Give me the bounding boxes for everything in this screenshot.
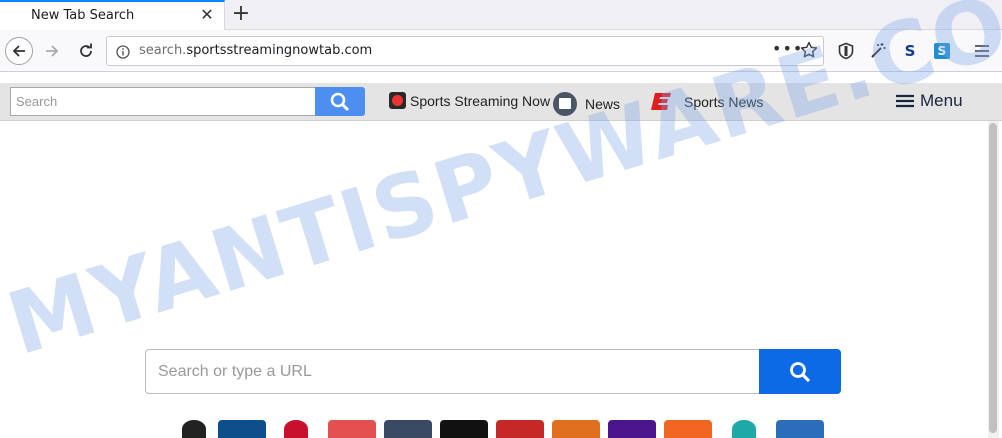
search-icon (330, 92, 350, 111)
new-tab-icon[interactable]: + (229, 2, 253, 26)
url-prefix: search. (139, 43, 187, 58)
menu-label: Menu (920, 91, 963, 110)
url-text[interactable]: search.sportsstreamingnowtab.com (139, 43, 372, 58)
tile-1[interactable] (182, 420, 206, 438)
tab-bar: New Tab Search ✕ + (0, 0, 1002, 31)
search-icon (790, 361, 811, 382)
hamburger-icon (896, 94, 914, 108)
tile-3[interactable] (284, 420, 308, 438)
star-icon[interactable] (800, 41, 818, 63)
top-search-input[interactable]: Search (10, 87, 316, 116)
forward-button[interactable] (38, 37, 66, 65)
tile-10[interactable] (664, 420, 712, 438)
tile-9[interactable] (608, 420, 656, 438)
back-button[interactable] (5, 37, 33, 65)
close-tab-icon[interactable]: ✕ (199, 7, 215, 23)
tile-4[interactable] (328, 420, 376, 438)
scrollbar-thumb[interactable] (989, 123, 997, 433)
tile-6[interactable] (440, 420, 488, 438)
skype-extension-icon[interactable]: S (932, 41, 952, 61)
url-host: sportsstreamingnowtab.com (186, 43, 373, 58)
tile-7[interactable] (496, 420, 544, 438)
tile-8[interactable] (552, 420, 600, 438)
nav-bar: search.sportsstreamingnowtab.com ••• S S (0, 30, 1002, 72)
news-link[interactable]: News (553, 92, 620, 116)
espn-e-icon (651, 92, 672, 111)
arrow-left-icon (12, 45, 25, 57)
arrow-right-icon (46, 45, 59, 57)
tile-12[interactable] (776, 420, 824, 438)
reload-icon (80, 43, 92, 57)
news-icon (553, 92, 577, 116)
s-extension-icon[interactable]: S (900, 41, 920, 61)
tile-11[interactable] (732, 420, 756, 438)
tab-title: New Tab Search (31, 8, 135, 23)
site-menu-button[interactable]: Menu (896, 91, 963, 111)
tab-new-tab-search[interactable]: New Tab Search ✕ (0, 0, 225, 31)
link-label: Sports News (684, 93, 764, 110)
site-top-bar: Search Sports Streaming Now News Sports … (0, 83, 1002, 121)
magic-wand-icon[interactable] (868, 41, 888, 61)
sports-streaming-now-link[interactable]: Sports Streaming Now (389, 92, 550, 109)
tile-2[interactable] (218, 420, 266, 438)
shield-icon[interactable] (836, 41, 856, 61)
link-label: News (585, 96, 621, 112)
sports-streaming-icon (389, 92, 406, 109)
sports-news-link[interactable]: Sports News (651, 92, 763, 111)
info-icon[interactable] (116, 44, 130, 63)
main-search-button[interactable] (759, 349, 841, 394)
main-search-input[interactable]: Search or type a URL (145, 349, 760, 394)
tile-5[interactable] (384, 420, 432, 438)
hamburger-menu-icon[interactable] (972, 41, 992, 61)
top-search-button[interactable] (315, 87, 365, 116)
reload-button[interactable] (72, 37, 100, 65)
more-actions-icon[interactable]: ••• (772, 39, 803, 58)
page-scrollbar[interactable] (988, 121, 999, 438)
url-bar[interactable]: search.sportsstreamingnowtab.com ••• (106, 36, 824, 66)
link-label: Sports Streaming Now (410, 92, 551, 109)
